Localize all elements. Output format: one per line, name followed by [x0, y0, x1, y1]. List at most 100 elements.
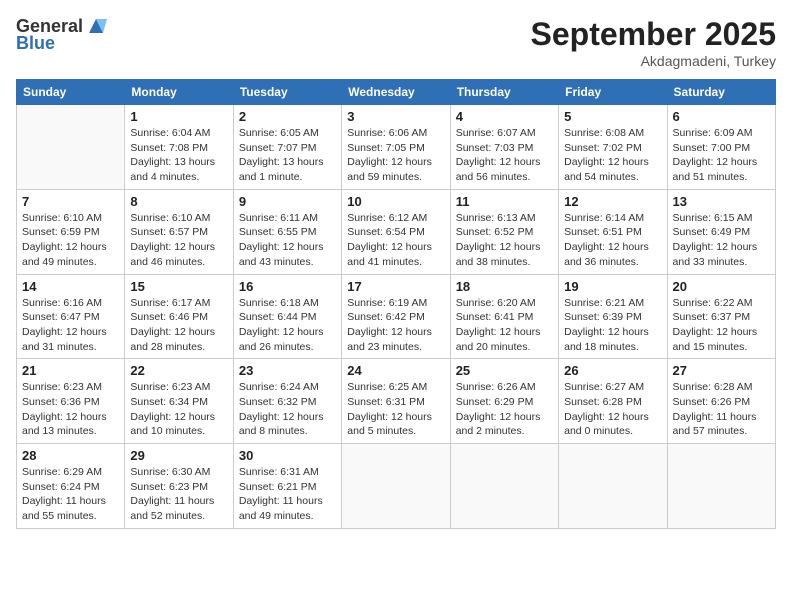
day-number: 8: [130, 194, 227, 209]
weekday-header-saturday: Saturday: [667, 80, 775, 105]
weekday-header-monday: Monday: [125, 80, 233, 105]
day-number: 29: [130, 448, 227, 463]
calendar-week-row: 14Sunrise: 6:16 AMSunset: 6:47 PMDayligh…: [17, 274, 776, 359]
day-info: Sunrise: 6:11 AMSunset: 6:55 PMDaylight:…: [239, 211, 336, 270]
day-info: Sunrise: 6:23 AMSunset: 6:34 PMDaylight:…: [130, 380, 227, 439]
calendar-cell: 21Sunrise: 6:23 AMSunset: 6:36 PMDayligh…: [17, 359, 125, 444]
weekday-header-sunday: Sunday: [17, 80, 125, 105]
day-number: 16: [239, 279, 336, 294]
calendar-cell: 16 Sunrise: 6:18 AMSunset: 6:44 PMDayligh…: [233, 274, 341, 359]
calendar-cell: 23 Sunrise: 6:24 AMSunset: 6:32 PMDayligh…: [233, 359, 341, 444]
day-info: Sunrise: 6:23 AMSunset: 6:36 PMDaylight:…: [22, 380, 119, 439]
calendar-cell: [342, 444, 450, 529]
day-info: Sunrise: 6:21 AMSunset: 6:39 PMDaylight:…: [564, 296, 661, 355]
day-number: 5: [564, 109, 661, 124]
day-number: 10: [347, 194, 444, 209]
day-info: Sunrise: 6:28 AMSunset: 6:26 PMDaylight:…: [673, 380, 770, 439]
day-info: Sunrise: 6:09 AMSunset: 7:00 PMDaylight:…: [673, 126, 770, 185]
page-header: General Blue September 2025 Akdagmadeni,…: [16, 16, 776, 69]
day-info: Sunrise: 6:04 AMSunset: 7:08 PMDaylight:…: [130, 126, 227, 185]
day-info: Sunrise: 6:08 AMSunset: 7:02 PMDaylight:…: [564, 126, 661, 185]
logo: General Blue: [16, 16, 107, 54]
day-number: 17: [347, 279, 444, 294]
calendar-cell: 17Sunrise: 6:19 AMSunset: 6:42 PMDayligh…: [342, 274, 450, 359]
day-number: 7: [22, 194, 119, 209]
day-info: Sunrise: 6:18 AMSunset: 6:44 PMDaylight:…: [239, 296, 336, 355]
day-number: 24: [347, 363, 444, 378]
calendar-cell: 11Sunrise: 6:13 AMSunset: 6:52 PMDayligh…: [450, 189, 558, 274]
calendar-cell: 8Sunrise: 6:10 AMSunset: 6:57 PMDaylight…: [125, 189, 233, 274]
day-number: 28: [22, 448, 119, 463]
day-number: 2: [239, 109, 336, 124]
calendar-cell: 7 Sunrise: 6:10 AMSunset: 6:59 PMDaylight…: [17, 189, 125, 274]
day-number: 30: [239, 448, 336, 463]
calendar-cell: 26Sunrise: 6:27 AMSunset: 6:28 PMDayligh…: [559, 359, 667, 444]
weekday-header-row: SundayMondayTuesdayWednesdayThursdayFrid…: [17, 80, 776, 105]
calendar-cell: 6Sunrise: 6:09 AMSunset: 7:00 PMDaylight…: [667, 105, 775, 190]
day-number: 19: [564, 279, 661, 294]
calendar-cell: 10 Sunrise: 6:12 AMSunset: 6:54 PMDayligh…: [342, 189, 450, 274]
calendar-cell: 18 Sunrise: 6:20 AMSunset: 6:41 PMDayligh…: [450, 274, 558, 359]
calendar-week-row: 1 Sunrise: 6:04 AMSunset: 7:08 PMDaylight…: [17, 105, 776, 190]
calendar-cell: 29 Sunrise: 6:30 AMSunset: 6:23 PMDayligh…: [125, 444, 233, 529]
calendar-cell: 3 Sunrise: 6:06 AMSunset: 7:05 PMDaylight…: [342, 105, 450, 190]
day-number: 4: [456, 109, 553, 124]
day-info: Sunrise: 6:27 AMSunset: 6:28 PMDaylight:…: [564, 380, 661, 439]
day-number: 1: [130, 109, 227, 124]
calendar-cell: 13 Sunrise: 6:15 AMSunset: 6:49 PMDayligh…: [667, 189, 775, 274]
calendar-cell: 30 Sunrise: 6:31 AMSunset: 6:21 PMDayligh…: [233, 444, 341, 529]
calendar-cell: 2 Sunrise: 6:05 AMSunset: 7:07 PMDaylight…: [233, 105, 341, 190]
day-info: Sunrise: 6:16 AMSunset: 6:47 PMDaylight:…: [22, 296, 119, 355]
day-number: 12: [564, 194, 661, 209]
day-info: Sunrise: 6:07 AMSunset: 7:03 PMDaylight:…: [456, 126, 553, 185]
day-info: Sunrise: 6:30 AMSunset: 6:23 PMDaylight:…: [130, 465, 227, 524]
day-info: Sunrise: 6:12 AMSunset: 6:54 PMDaylight:…: [347, 211, 444, 270]
day-info: Sunrise: 6:05 AMSunset: 7:07 PMDaylight:…: [239, 126, 336, 185]
day-number: 22: [130, 363, 227, 378]
day-info: Sunrise: 6:26 AMSunset: 6:29 PMDaylight:…: [456, 380, 553, 439]
day-number: 25: [456, 363, 553, 378]
calendar-cell: 20 Sunrise: 6:22 AMSunset: 6:37 PMDayligh…: [667, 274, 775, 359]
weekday-header-tuesday: Tuesday: [233, 80, 341, 105]
month-title: September 2025: [531, 16, 776, 53]
calendar-cell: 5 Sunrise: 6:08 AMSunset: 7:02 PMDaylight…: [559, 105, 667, 190]
day-number: 13: [673, 194, 770, 209]
weekday-header-wednesday: Wednesday: [342, 80, 450, 105]
day-number: 27: [673, 363, 770, 378]
day-info: Sunrise: 6:14 AMSunset: 6:51 PMDaylight:…: [564, 211, 661, 270]
day-info: Sunrise: 6:20 AMSunset: 6:41 PMDaylight:…: [456, 296, 553, 355]
calendar-cell: 9 Sunrise: 6:11 AMSunset: 6:55 PMDaylight…: [233, 189, 341, 274]
day-info: Sunrise: 6:15 AMSunset: 6:49 PMDaylight:…: [673, 211, 770, 270]
day-info: Sunrise: 6:17 AMSunset: 6:46 PMDaylight:…: [130, 296, 227, 355]
title-block: September 2025 Akdagmadeni, Turkey: [531, 16, 776, 69]
calendar-cell: 4 Sunrise: 6:07 AMSunset: 7:03 PMDaylight…: [450, 105, 558, 190]
day-info: Sunrise: 6:22 AMSunset: 6:37 PMDaylight:…: [673, 296, 770, 355]
day-number: 23: [239, 363, 336, 378]
calendar-cell: 14Sunrise: 6:16 AMSunset: 6:47 PMDayligh…: [17, 274, 125, 359]
calendar-cell: [450, 444, 558, 529]
calendar-cell: [667, 444, 775, 529]
day-number: 9: [239, 194, 336, 209]
day-number: 11: [456, 194, 553, 209]
day-number: 3: [347, 109, 444, 124]
calendar-cell: 24Sunrise: 6:25 AMSunset: 6:31 PMDayligh…: [342, 359, 450, 444]
day-info: Sunrise: 6:31 AMSunset: 6:21 PMDaylight:…: [239, 465, 336, 524]
calendar-cell: [559, 444, 667, 529]
logo-icon: [85, 15, 107, 37]
day-info: Sunrise: 6:24 AMSunset: 6:32 PMDaylight:…: [239, 380, 336, 439]
calendar-cell: 19 Sunrise: 6:21 AMSunset: 6:39 PMDayligh…: [559, 274, 667, 359]
calendar-cell: 15Sunrise: 6:17 AMSunset: 6:46 PMDayligh…: [125, 274, 233, 359]
calendar-cell: [17, 105, 125, 190]
calendar-cell: 28Sunrise: 6:29 AMSunset: 6:24 PMDayligh…: [17, 444, 125, 529]
day-number: 18: [456, 279, 553, 294]
location: Akdagmadeni, Turkey: [531, 53, 776, 69]
calendar-week-row: 28Sunrise: 6:29 AMSunset: 6:24 PMDayligh…: [17, 444, 776, 529]
calendar-cell: 1 Sunrise: 6:04 AMSunset: 7:08 PMDaylight…: [125, 105, 233, 190]
day-number: 20: [673, 279, 770, 294]
weekday-header-friday: Friday: [559, 80, 667, 105]
calendar-table: SundayMondayTuesdayWednesdayThursdayFrid…: [16, 79, 776, 529]
day-info: Sunrise: 6:10 AMSunset: 6:59 PMDaylight:…: [22, 211, 119, 270]
weekday-header-thursday: Thursday: [450, 80, 558, 105]
day-info: Sunrise: 6:06 AMSunset: 7:05 PMDaylight:…: [347, 126, 444, 185]
calendar-week-row: 7 Sunrise: 6:10 AMSunset: 6:59 PMDaylight…: [17, 189, 776, 274]
